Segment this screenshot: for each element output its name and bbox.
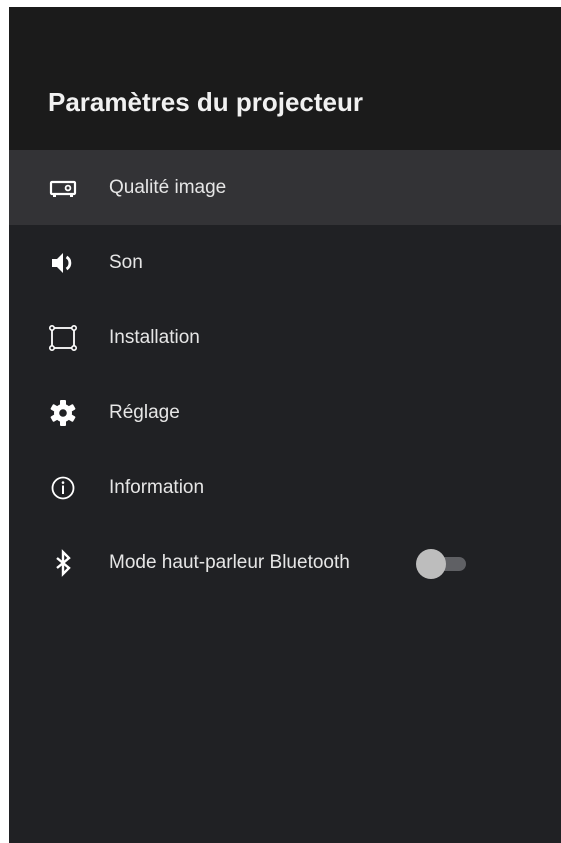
speaker-icon (48, 248, 78, 278)
settings-menu: Qualité image Son Installation Réglage I… (9, 150, 561, 600)
page-title: Paramètres du projecteur (48, 87, 364, 117)
info-icon (48, 473, 78, 503)
gear-icon (48, 398, 78, 428)
menu-item-sound[interactable]: Son (9, 225, 561, 300)
toggle-thumb (416, 549, 446, 579)
menu-item-installation[interactable]: Installation (9, 300, 561, 375)
header: Paramètres du projecteur (9, 7, 561, 150)
menu-item-label: Réglage (109, 402, 180, 423)
menu-item-bluetooth-speaker-mode[interactable]: Mode haut-parleur Bluetooth (9, 525, 561, 600)
projector-settings-panel: Paramètres du projecteur Qualité image S… (9, 7, 561, 843)
menu-item-picture-quality[interactable]: Qualité image (9, 150, 561, 225)
installation-frame-icon (48, 323, 78, 353)
menu-item-settings[interactable]: Réglage (9, 375, 561, 450)
menu-item-label: Information (109, 477, 205, 498)
menu-item-label: Mode haut-parleur Bluetooth (109, 552, 350, 573)
menu-item-label: Qualité image (109, 177, 227, 198)
menu-item-label: Son (109, 252, 143, 273)
projector-icon (48, 173, 78, 203)
bluetooth-speaker-toggle[interactable] (414, 549, 468, 579)
menu-item-information[interactable]: Information (9, 450, 561, 525)
bluetooth-icon (48, 548, 78, 578)
menu-item-label: Installation (109, 327, 200, 348)
